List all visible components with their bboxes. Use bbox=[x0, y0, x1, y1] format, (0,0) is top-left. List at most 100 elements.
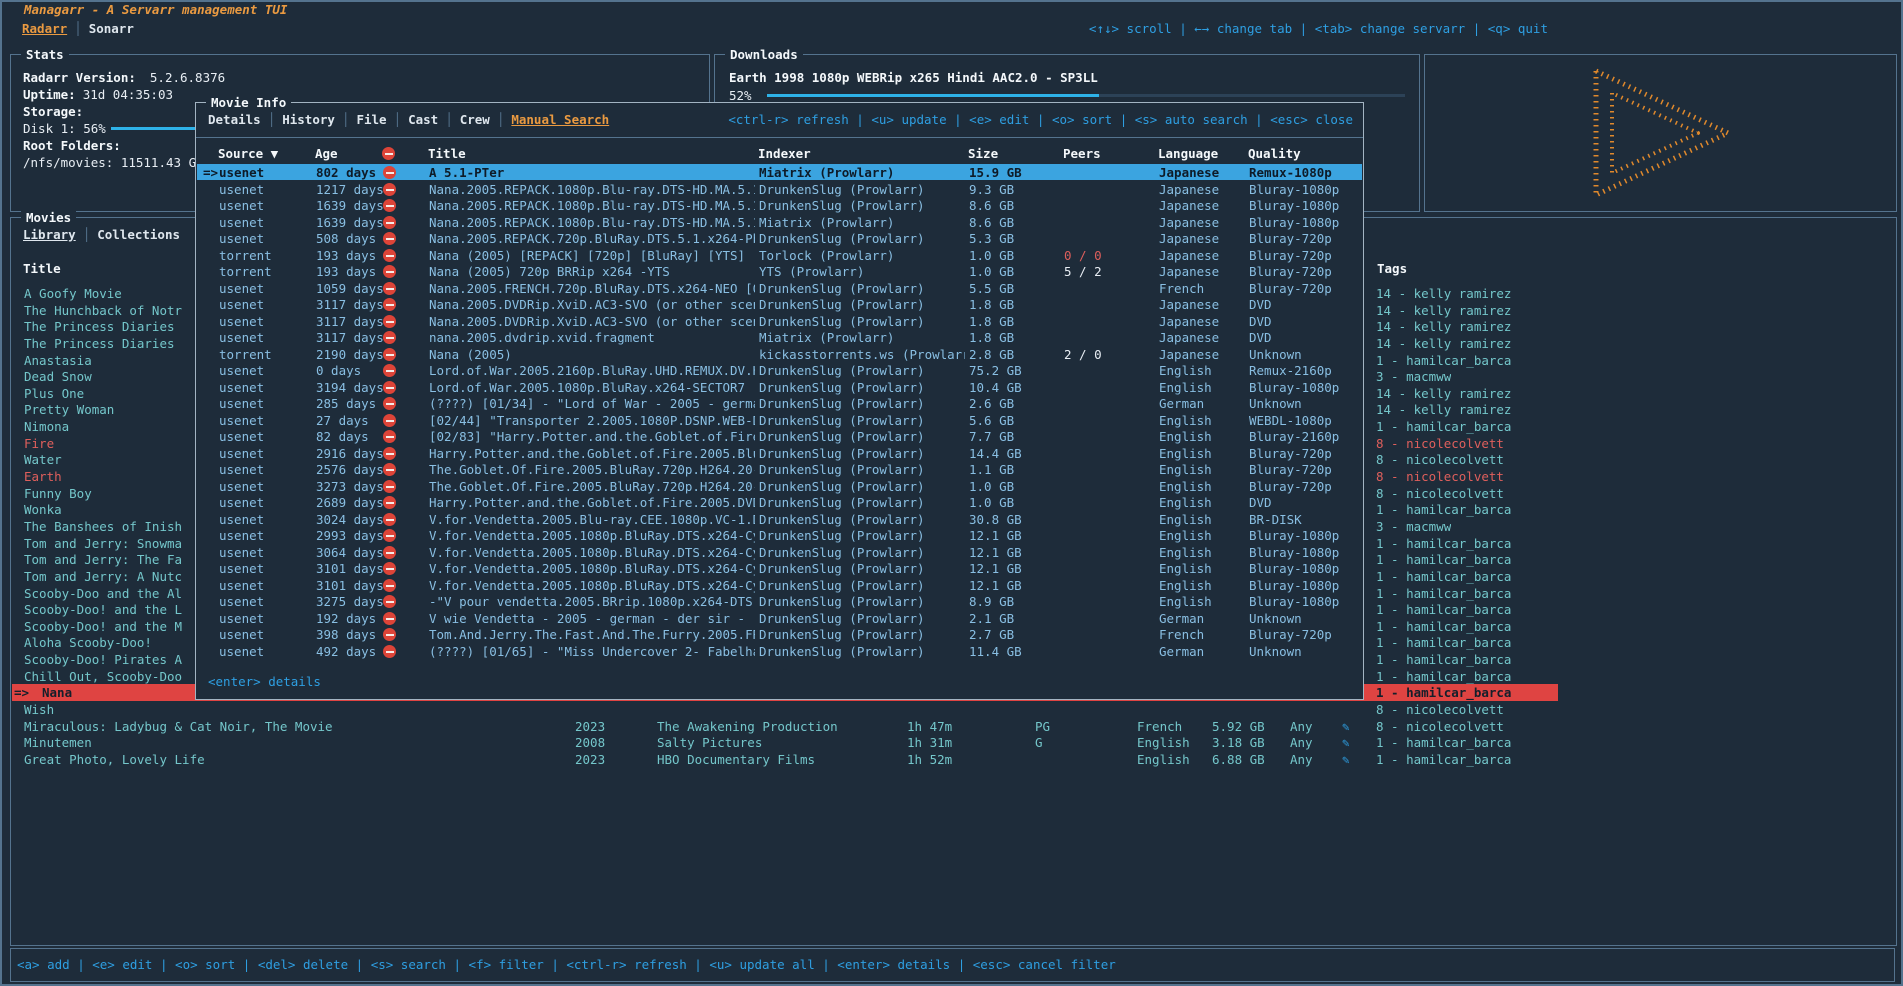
release-age: 2190 days bbox=[316, 346, 384, 363]
rejection-icon bbox=[383, 628, 396, 641]
release-age: 2993 days bbox=[316, 527, 384, 544]
release-indexer: Miatrix (Prowlarr) bbox=[759, 329, 965, 346]
release-source: usenet bbox=[219, 197, 264, 214]
release-row[interactable]: usenet2689 daysHarry.Potter.and.the.Gobl… bbox=[197, 494, 1362, 510]
release-title: Harry.Potter.and.the.Goblet.of.Fire.2005… bbox=[429, 445, 755, 462]
release-row[interactable]: usenet3064 daysV.for.Vendetta.2005.1080p… bbox=[197, 544, 1362, 560]
release-row[interactable]: usenet3024 daysV.for.Vendetta.2005.Blu-r… bbox=[197, 511, 1362, 527]
tab-sonarr[interactable]: Sonarr bbox=[89, 21, 134, 36]
release-source: usenet bbox=[219, 643, 264, 660]
movie-row[interactable]: Great Photo, Lovely Life2023HBO Document… bbox=[12, 751, 1558, 768]
modal-footer-hint: <enter> details bbox=[208, 673, 321, 690]
release-age: 3194 days bbox=[316, 379, 384, 396]
release-row[interactable]: usenet3273 daysThe.Goblet.Of.Fire.2005.B… bbox=[197, 478, 1362, 494]
release-language: English bbox=[1159, 478, 1212, 495]
release-size: 2.7 GB bbox=[969, 626, 1014, 643]
release-row[interactable]: usenet2916 daysHarry.Potter.and.the.Gobl… bbox=[197, 445, 1362, 461]
rejection-icon bbox=[383, 216, 396, 229]
release-source: usenet bbox=[219, 560, 264, 577]
release-age: 3117 days bbox=[316, 313, 384, 330]
release-row[interactable]: usenet3275 days-"V pour vendetta.2005.BR… bbox=[197, 593, 1362, 609]
release-row[interactable]: usenet0 daysLord.of.War.2005.2160p.BluRa… bbox=[197, 362, 1362, 378]
release-row[interactable]: usenet1217 daysNana.2005.REPACK.1080p.Bl… bbox=[197, 181, 1362, 197]
release-title: The.Goblet.Of.Fire.2005.BluRay.720p.H264… bbox=[429, 461, 755, 478]
release-row[interactable]: usenet3117 daysNana.2005.DVDRip.XviD.AC3… bbox=[197, 296, 1362, 312]
release-quality: Bluray-1080p bbox=[1249, 560, 1339, 577]
release-indexer: DrunkenSlug (Prowlarr) bbox=[759, 560, 965, 577]
release-quality: Bluray-720p bbox=[1249, 445, 1332, 462]
release-language: German bbox=[1159, 610, 1204, 627]
release-source: usenet bbox=[219, 313, 264, 330]
release-language: English bbox=[1159, 511, 1212, 528]
rejection-icon bbox=[383, 414, 396, 427]
movie-language: English bbox=[1137, 751, 1190, 768]
movie-studio: Salty Pictures bbox=[657, 734, 897, 751]
release-row[interactable]: usenet3117 daysNana.2005.DVDRip.XviD.AC3… bbox=[197, 313, 1362, 329]
release-row[interactable]: usenet3101 daysV.for.Vendetta.2005.1080p… bbox=[197, 560, 1362, 576]
release-row[interactable]: torrent2190 daysNana (2005)kickasstorren… bbox=[197, 346, 1362, 362]
release-size: 12.1 GB bbox=[969, 560, 1022, 577]
release-source: usenet bbox=[219, 626, 264, 643]
movie-tag: 1 - hamilcar_barca bbox=[1376, 568, 1511, 585]
release-quality: DVD bbox=[1249, 494, 1272, 511]
rejection-icon bbox=[383, 496, 396, 509]
release-row[interactable]: usenet398 daysTom.And.Jerry.The.Fast.And… bbox=[197, 626, 1362, 642]
movie-size: 5.92 GB bbox=[1212, 718, 1265, 735]
release-language: English bbox=[1159, 560, 1212, 577]
release-quality: DVD bbox=[1249, 296, 1272, 313]
movie-row[interactable]: Minutemen2008Salty Pictures1h 31mGEnglis… bbox=[12, 734, 1558, 751]
movie-row[interactable]: Wish8 - nicolecolvett bbox=[12, 701, 1558, 718]
release-title: Tom.And.Jerry.The.Fast.And.The.Furry.200… bbox=[429, 626, 755, 643]
release-row[interactable]: usenet82 days[02/83] "Harry.Potter.and.t… bbox=[197, 428, 1362, 444]
release-language: Japanese bbox=[1159, 181, 1219, 198]
release-indexer: Miatrix (Prowlarr) bbox=[759, 214, 965, 231]
release-row[interactable]: =>usenet802 daysA 5.1-PTerMiatrix (Prowl… bbox=[197, 164, 1362, 180]
release-title: (????) [01/34] - "Lord of War - 2005 - g… bbox=[429, 395, 755, 412]
release-row[interactable]: usenet3117 daysnana.2005.dvdrip.xvid.fra… bbox=[197, 329, 1362, 345]
release-row[interactable]: usenet3101 daysV.for.Vendetta.2005.1080p… bbox=[197, 577, 1362, 593]
release-row[interactable]: usenet2993 daysV.for.Vendetta.2005.1080p… bbox=[197, 527, 1362, 543]
movie-tag: 3 - macmww bbox=[1376, 368, 1451, 385]
release-age: 2689 days bbox=[316, 494, 384, 511]
release-source: usenet bbox=[219, 494, 264, 511]
release-size: 1.0 GB bbox=[969, 494, 1014, 511]
release-row[interactable]: usenet2576 daysThe.Goblet.Of.Fire.2005.B… bbox=[197, 461, 1362, 477]
release-age: 193 days bbox=[316, 263, 376, 280]
release-language: French bbox=[1159, 280, 1204, 297]
movie-quality-profile: Any bbox=[1290, 734, 1313, 751]
release-indexer: DrunkenSlug (Prowlarr) bbox=[759, 230, 965, 247]
release-row[interactable]: usenet1639 daysNana.2005.REPACK.1080p.Bl… bbox=[197, 197, 1362, 213]
release-age: 1059 days bbox=[316, 280, 384, 297]
release-row[interactable]: usenet27 days[02/44] "Transporter 2.2005… bbox=[197, 412, 1362, 428]
release-title: Nana.2005.REPACK.1080p.Blu-ray.DTS-HD.MA… bbox=[429, 197, 755, 214]
release-row[interactable]: usenet508 daysNana.2005.REPACK.720p.BluR… bbox=[197, 230, 1362, 246]
release-row[interactable]: usenet192 daysV wie Vendetta - 2005 - ge… bbox=[197, 610, 1362, 626]
release-age: 3117 days bbox=[316, 329, 384, 346]
movie-row[interactable]: Miraculous: Ladybug & Cat Noir, The Movi… bbox=[12, 718, 1558, 735]
movie-tag: 1 - hamilcar_barca bbox=[1376, 618, 1511, 635]
movie-tag: 1 - hamilcar_barca bbox=[1376, 651, 1511, 668]
release-title: nana.2005.dvdrip.xvid.fragment bbox=[429, 329, 755, 346]
release-row[interactable]: torrent193 daysNana (2005) 720p BRRip x2… bbox=[197, 263, 1362, 279]
release-quality: Unknown bbox=[1249, 643, 1302, 660]
release-size: 12.1 GB bbox=[969, 544, 1022, 561]
release-title: V.for.Vendetta.2005.Blu-ray.CEE.1080p.VC… bbox=[429, 511, 755, 528]
tab-radarr[interactable]: Radarr bbox=[22, 21, 67, 36]
release-language: English bbox=[1159, 379, 1212, 396]
release-quality: Bluray-720p bbox=[1249, 478, 1332, 495]
release-age: 492 days bbox=[316, 643, 376, 660]
release-quality: Bluray-1080p bbox=[1249, 544, 1339, 561]
release-row[interactable]: usenet1059 daysNana.2005.FRENCH.720p.Blu… bbox=[197, 280, 1362, 296]
release-title: V.for.Vendetta.2005.1080p.BluRay.DTS.x26… bbox=[429, 544, 755, 561]
release-row[interactable]: usenet285 days(????) [01/34] - "Lord of … bbox=[197, 395, 1362, 411]
release-indexer: DrunkenSlug (Prowlarr) bbox=[759, 511, 965, 528]
release-size: 1.0 GB bbox=[969, 247, 1014, 264]
movie-quality-profile: Any bbox=[1290, 751, 1313, 768]
release-size: 1.8 GB bbox=[969, 313, 1014, 330]
release-row[interactable]: torrent193 daysNana (2005) [REPACK] [720… bbox=[197, 247, 1362, 263]
release-row[interactable]: usenet3194 daysLord.of.War.2005.1080p.Bl… bbox=[197, 379, 1362, 395]
movie-quality-profile: Any bbox=[1290, 718, 1313, 735]
release-row[interactable]: usenet492 days(????) [01/65] - "Miss Und… bbox=[197, 643, 1362, 659]
release-indexer: kickasstorrents.ws (Prowlarr bbox=[759, 346, 965, 363]
release-row[interactable]: usenet1639 daysNana.2005.REPACK.1080p.Bl… bbox=[197, 214, 1362, 230]
